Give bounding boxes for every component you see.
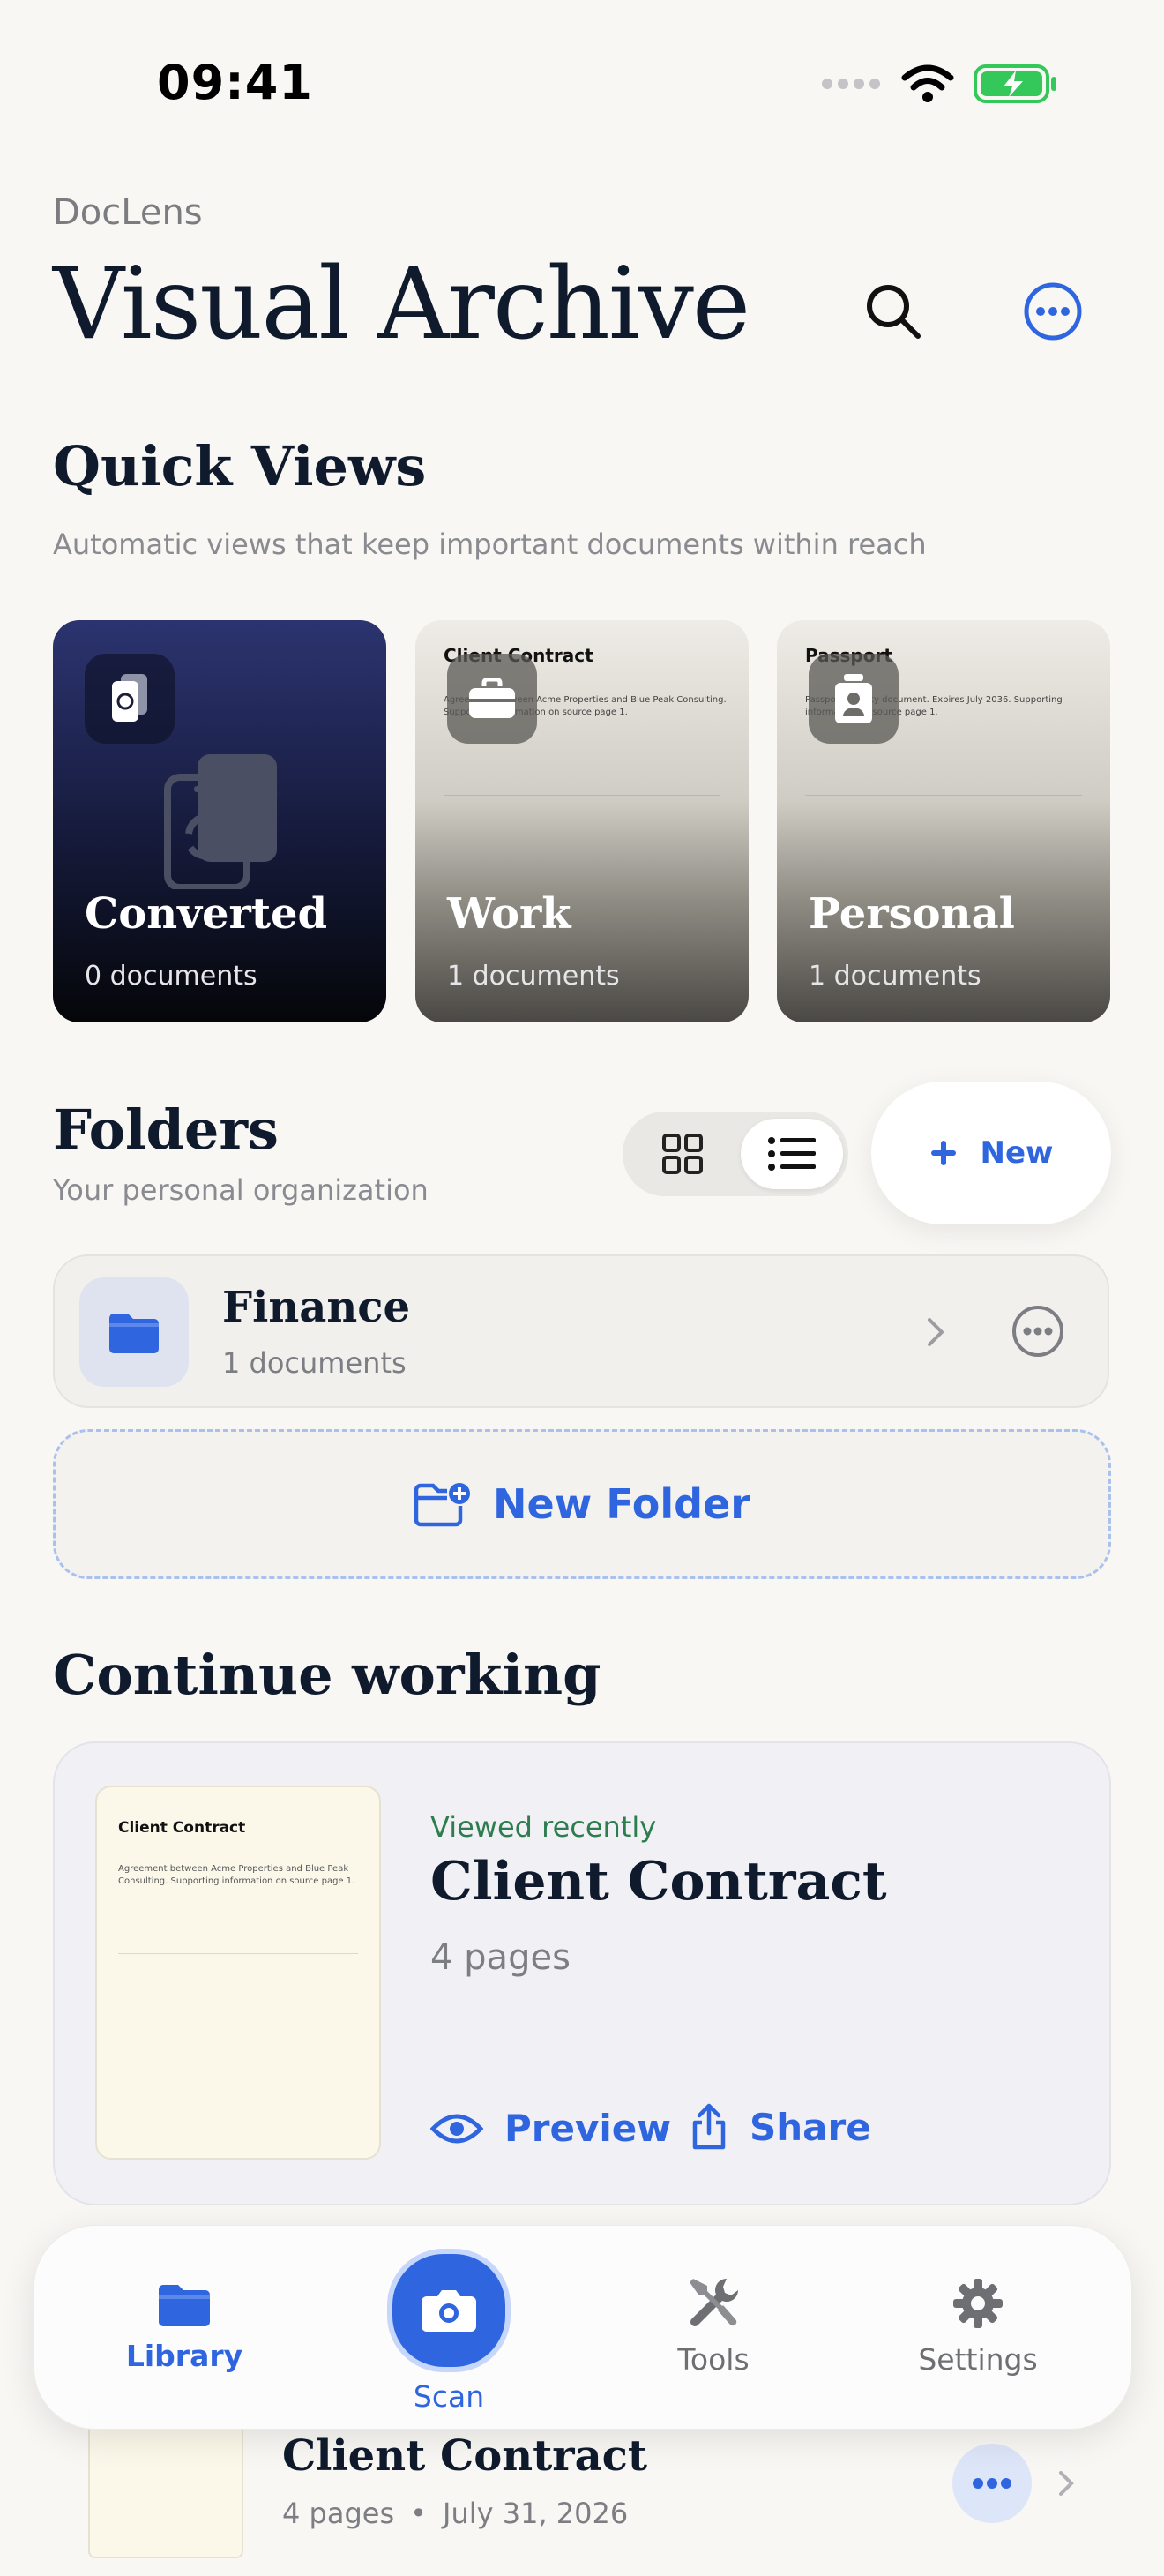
document-title: Client Contract <box>430 1851 887 1913</box>
share-label: Share <box>750 2105 871 2149</box>
quick-view-name: Work <box>447 889 571 939</box>
quick-view-count: 0 documents <box>85 961 257 992</box>
app-name: DocLens <box>53 192 203 233</box>
recent-document-title: Client Contract <box>282 2431 648 2481</box>
tab-settings-label: Settings <box>918 2342 1038 2377</box>
page-title: Visual Archive <box>53 247 750 362</box>
folder-count: 1 documents <box>222 1346 407 1380</box>
grid-icon <box>662 1134 703 1174</box>
share-icon <box>692 2103 726 2150</box>
viewed-status: Viewed recently <box>430 1810 657 1844</box>
chevron-right-icon <box>1059 2471 1074 2496</box>
folder-icon-box <box>79 1277 189 1387</box>
briefcase-icon <box>469 678 515 718</box>
preview-button[interactable]: Preview <box>430 2107 671 2150</box>
new-button-label: New <box>980 1135 1054 1171</box>
quick-view-name: Converted <box>85 889 328 939</box>
ellipsis-icon <box>973 2478 1011 2489</box>
scan-button[interactable] <box>387 2249 511 2372</box>
tab-tools-label: Tools <box>677 2342 750 2377</box>
signal-icon <box>822 79 880 89</box>
folders-title: Folders <box>53 1097 279 1162</box>
continue-working-card[interactable]: Client Contract Agreement between Acme P… <box>53 1741 1111 2205</box>
new-button[interactable]: New <box>871 1082 1111 1224</box>
continue-working-title: Continue working <box>53 1643 601 1707</box>
converted-badge <box>85 654 175 744</box>
recent-document-meta: 4 pages • July 31, 2026 <box>282 2497 628 2530</box>
folder-row-finance[interactable]: Finance 1 documents <box>53 1254 1109 1408</box>
wifi-icon <box>901 64 954 102</box>
phone-sync-icon <box>112 674 147 722</box>
quick-view-converted[interactable]: Converted 0 documents <box>53 620 386 1022</box>
camera-icon <box>422 2290 476 2332</box>
quick-views-subtitle: Automatic views that keep important docu… <box>53 528 927 561</box>
tab-library-label: Library <box>125 2339 243 2373</box>
list-view-button[interactable] <box>741 1119 843 1189</box>
document-pages: 4 pages <box>430 1937 571 1978</box>
quick-view-work[interactable]: Client Contract Agreement between Acme P… <box>415 620 749 1022</box>
battery-icon <box>974 64 1056 103</box>
recent-date: July 31, 2026 <box>443 2497 629 2530</box>
folder-icon <box>159 2285 210 2326</box>
status-time: 09:41 <box>157 55 313 110</box>
gear-icon <box>953 2279 1003 2328</box>
preview-label: Preview <box>504 2107 672 2150</box>
divider <box>444 795 720 796</box>
quick-views-title: Quick Views <box>53 434 427 498</box>
thumbnail-snippet: Agreement between Acme Properties and Bl… <box>118 1864 355 1886</box>
quick-view-count: 1 documents <box>809 961 981 992</box>
chevron-right-icon <box>928 1318 944 1346</box>
new-folder-label: New Folder <box>493 1480 750 1528</box>
grid-view-button[interactable] <box>631 1119 734 1189</box>
status-icons <box>820 64 1058 104</box>
tab-library[interactable]: Library <box>52 2226 317 2429</box>
tools-icon <box>690 2279 738 2326</box>
quick-view-count: 1 documents <box>447 961 620 992</box>
folder-name: Finance <box>222 1283 410 1332</box>
converted-illustration-icon <box>164 754 277 889</box>
document-thumbnail: Client Contract Agreement between Acme P… <box>95 1786 381 2160</box>
view-mode-toggle <box>623 1112 848 1196</box>
folder-more-icon[interactable] <box>1011 1304 1065 1359</box>
list-icon <box>768 1137 816 1171</box>
divider <box>118 1953 358 1954</box>
folder-plus-icon <box>414 1483 471 1527</box>
quick-view-personal[interactable]: Passport Passport identity document. Exp… <box>777 620 1110 1022</box>
plus-icon <box>930 1141 956 1165</box>
quick-view-name: Personal <box>809 889 1015 939</box>
folders-subtitle: Your personal organization <box>53 1173 429 1207</box>
meta-separator: • <box>410 2497 427 2530</box>
personal-badge <box>809 654 899 744</box>
tab-tools[interactable]: Tools <box>581 2226 846 2429</box>
tab-settings[interactable]: Settings <box>846 2226 1110 2429</box>
divider <box>805 795 1082 796</box>
work-badge <box>447 654 537 744</box>
share-button[interactable]: Share <box>690 2103 871 2151</box>
eye-icon <box>430 2114 483 2143</box>
search-icon <box>867 285 921 339</box>
recent-more-button[interactable] <box>952 2444 1032 2523</box>
search-button[interactable] <box>845 263 942 360</box>
recent-pages: 4 pages <box>282 2497 395 2530</box>
more-options-button[interactable] <box>1004 263 1101 360</box>
tab-scan[interactable]: Scan <box>317 2226 581 2429</box>
new-folder-button[interactable]: New Folder <box>53 1429 1111 1579</box>
thumbnail-title: Client Contract <box>118 1819 246 1837</box>
id-badge-icon <box>835 674 872 723</box>
tab-scan-label: Scan <box>413 2379 485 2414</box>
tab-bar: Library Scan Tools Settings <box>34 2225 1132 2430</box>
ellipsis-circle-icon <box>1024 282 1082 341</box>
folder-icon <box>109 1314 159 1353</box>
